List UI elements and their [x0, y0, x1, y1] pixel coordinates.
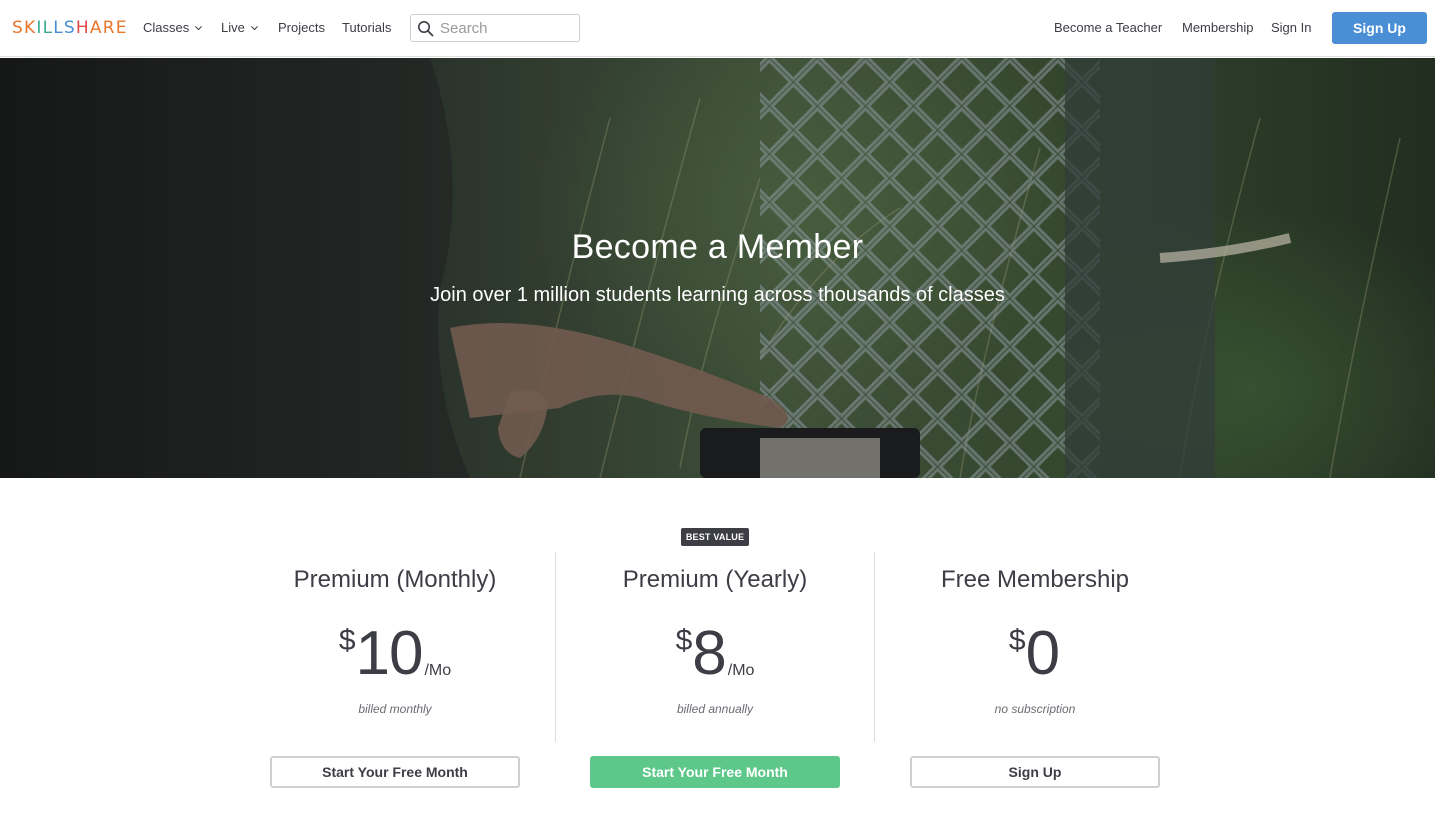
logo-letter: H	[75, 18, 90, 38]
search-input[interactable]	[440, 18, 575, 38]
logo-letter: E	[115, 18, 128, 38]
plan-price: $8/Mo	[555, 618, 875, 690]
logo-letter: R	[102, 18, 116, 38]
membership-link[interactable]: Membership	[1182, 18, 1254, 38]
price-amount: 0	[1025, 619, 1060, 688]
best-value-badge: BEST VALUE	[681, 528, 749, 546]
skillshare-logo[interactable]: SKILLSHARE	[12, 16, 128, 40]
price-amount: 10	[355, 619, 424, 688]
top-navigation-bar: SKILLSHARE Classes Live Projects Tutoria…	[0, 0, 1435, 57]
plan-card-monthly: Premium (Monthly) $10/Mo billed monthly …	[235, 560, 555, 800]
logo-letter: L	[53, 18, 64, 38]
plan-card-free: Free Membership $0 no subscription Sign …	[875, 560, 1195, 800]
hero-overlay	[0, 58, 1435, 478]
chevron-down-icon	[250, 23, 258, 31]
plan-card-yearly: Premium (Yearly) $8/Mo billed annually S…	[555, 560, 875, 800]
price-currency: $	[338, 624, 356, 657]
chevron-down-icon	[195, 23, 203, 31]
header-sign-up-button[interactable]: Sign Up	[1332, 12, 1427, 44]
price-currency: $	[1008, 624, 1026, 657]
nav-projects-link[interactable]: Projects	[278, 18, 325, 38]
hero-banner: Become a Member Join over 1 million stud…	[0, 58, 1435, 478]
start-free-month-button[interactable]: Start Your Free Month	[270, 756, 520, 788]
nav-classes-label: Classes	[143, 20, 190, 35]
plan-price: $10/Mo	[235, 618, 555, 690]
logo-letter: L	[42, 18, 54, 38]
start-free-month-button-highlighted[interactable]: Start Your Free Month	[590, 756, 840, 788]
search-icon	[418, 21, 434, 37]
become-teacher-link[interactable]: Become a Teacher	[1054, 18, 1162, 38]
plan-price: $0	[875, 618, 1195, 690]
hero-title: Become a Member	[571, 228, 864, 266]
price-amount: 8	[692, 619, 726, 688]
nav-classes-dropdown[interactable]: Classes	[143, 18, 203, 38]
price-period: /Mo	[424, 662, 452, 679]
plan-title: Premium (Monthly)	[293, 566, 497, 593]
logo-letter: K	[24, 18, 37, 38]
search-box	[410, 14, 580, 42]
sign-in-link[interactable]: Sign In	[1271, 18, 1311, 38]
plan-title: Free Membership	[940, 566, 1130, 593]
logo-letter: S	[63, 18, 76, 38]
hero-subtitle: Join over 1 million students learning ac…	[430, 284, 1005, 306]
plan-title: Premium (Yearly)	[622, 566, 808, 593]
logo-letter: S	[12, 18, 24, 38]
nav-live-label: Live	[221, 20, 245, 35]
billing-note: billed annually	[676, 702, 754, 716]
nav-tutorials-link[interactable]: Tutorials	[342, 18, 391, 38]
billing-note: no subscription	[994, 702, 1076, 716]
billing-note: billed monthly	[358, 702, 432, 716]
sign-up-button[interactable]: Sign Up	[910, 756, 1160, 788]
nav-live-dropdown[interactable]: Live	[221, 18, 258, 38]
logo-letter: A	[89, 18, 103, 38]
price-currency: $	[675, 624, 693, 657]
price-period: /Mo	[727, 662, 755, 679]
